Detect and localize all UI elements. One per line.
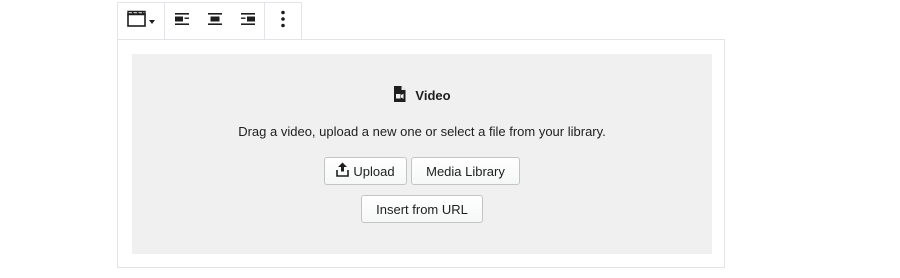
media-library-label: Media Library bbox=[426, 163, 505, 179]
align-right-icon bbox=[240, 12, 256, 31]
placeholder-label: Video bbox=[132, 86, 712, 105]
alignment-group bbox=[165, 3, 265, 40]
insert-from-url-button[interactable]: Insert from URL bbox=[361, 195, 483, 223]
more-options-group bbox=[265, 3, 301, 40]
upload-button[interactable]: Upload bbox=[324, 157, 407, 185]
placeholder-title: Video bbox=[415, 88, 451, 103]
media-library-button[interactable]: Media Library bbox=[411, 157, 520, 185]
caret-down-icon bbox=[148, 13, 156, 31]
align-center-icon bbox=[207, 12, 223, 31]
align-left-button[interactable] bbox=[165, 3, 198, 40]
video-placeholder[interactable]: Video Drag a video, upload a new one or … bbox=[132, 54, 712, 254]
upload-label: Upload bbox=[353, 163, 395, 179]
video-clapperboard-icon bbox=[126, 10, 147, 33]
block-toolbar bbox=[117, 2, 302, 40]
align-left-icon bbox=[174, 12, 190, 31]
video-block[interactable]: Video Drag a video, upload a new one or … bbox=[117, 39, 725, 268]
upload-icon bbox=[336, 162, 350, 180]
video-file-icon bbox=[393, 86, 406, 105]
align-center-button[interactable] bbox=[198, 3, 231, 40]
insert-from-url-label: Insert from URL bbox=[376, 201, 468, 217]
vertical-ellipsis-icon bbox=[281, 10, 285, 33]
align-right-button[interactable] bbox=[231, 3, 264, 40]
placeholder-instructions: Drag a video, upload a new one or select… bbox=[238, 124, 606, 139]
block-switcher-button[interactable] bbox=[118, 3, 164, 40]
more-options-button[interactable] bbox=[265, 3, 301, 40]
block-switcher-group bbox=[118, 3, 165, 40]
